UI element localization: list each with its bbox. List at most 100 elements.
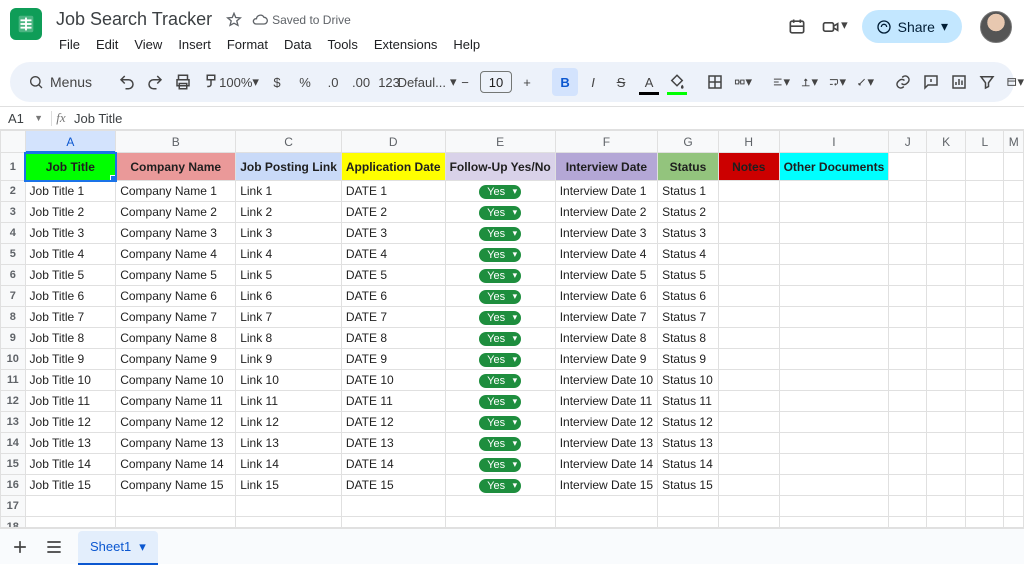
cell[interactable] bbox=[1004, 496, 1024, 517]
cell[interactable] bbox=[927, 391, 966, 412]
cell[interactable]: Link 13 bbox=[236, 433, 342, 454]
name-box[interactable]: A1▼ bbox=[0, 111, 52, 126]
cell[interactable]: Company Name 15 bbox=[116, 475, 236, 496]
header-cell[interactable]: Company Name bbox=[116, 153, 236, 181]
cell[interactable] bbox=[927, 202, 966, 223]
header-cell[interactable]: Job Title bbox=[25, 153, 116, 181]
cell[interactable] bbox=[718, 433, 779, 454]
cell[interactable] bbox=[1004, 223, 1024, 244]
history-icon[interactable] bbox=[787, 17, 807, 37]
cell[interactable]: Status 6 bbox=[658, 286, 719, 307]
cell[interactable] bbox=[927, 412, 966, 433]
followup-chip[interactable]: Yes bbox=[479, 332, 521, 346]
cell[interactable] bbox=[779, 202, 889, 223]
col-header-F[interactable]: F bbox=[555, 131, 657, 153]
row-header-10[interactable]: 10 bbox=[1, 349, 26, 370]
cell[interactable] bbox=[1004, 328, 1024, 349]
cell[interactable] bbox=[966, 370, 1004, 391]
cell[interactable] bbox=[1004, 349, 1024, 370]
cell[interactable] bbox=[779, 349, 889, 370]
cell[interactable]: DATE 3 bbox=[341, 223, 445, 244]
cell[interactable]: Link 15 bbox=[236, 475, 342, 496]
cell[interactable]: Yes bbox=[445, 307, 555, 328]
cell[interactable]: Yes bbox=[445, 181, 555, 202]
header-cell[interactable]: Application Date bbox=[341, 153, 445, 181]
cell[interactable]: Company Name 2 bbox=[116, 202, 236, 223]
cell[interactable]: Yes bbox=[445, 391, 555, 412]
followup-chip[interactable]: Yes bbox=[479, 395, 521, 409]
cell[interactable] bbox=[779, 391, 889, 412]
cell[interactable] bbox=[966, 433, 1004, 454]
cell[interactable] bbox=[718, 181, 779, 202]
cell[interactable]: Interview Date 5 bbox=[555, 265, 657, 286]
cell[interactable] bbox=[1004, 153, 1024, 181]
comment-button[interactable] bbox=[918, 68, 944, 96]
row-header-12[interactable]: 12 bbox=[1, 391, 26, 412]
account-avatar[interactable] bbox=[980, 11, 1012, 43]
cell[interactable]: Company Name 7 bbox=[116, 307, 236, 328]
cell[interactable]: Yes bbox=[445, 202, 555, 223]
menu-format[interactable]: Format bbox=[220, 33, 275, 56]
col-header-B[interactable]: B bbox=[116, 131, 236, 153]
cell[interactable]: Link 11 bbox=[236, 391, 342, 412]
halign-button[interactable]: ▾ bbox=[768, 68, 794, 96]
cell[interactable] bbox=[779, 454, 889, 475]
cell[interactable] bbox=[927, 370, 966, 391]
cell[interactable] bbox=[1004, 391, 1024, 412]
followup-chip[interactable]: Yes bbox=[479, 416, 521, 430]
cell[interactable] bbox=[889, 349, 927, 370]
print-icon[interactable] bbox=[170, 68, 196, 96]
share-button[interactable]: Share ▾ bbox=[862, 10, 962, 43]
header-cell[interactable]: Notes bbox=[718, 153, 779, 181]
row-header-6[interactable]: 6 bbox=[1, 265, 26, 286]
cell[interactable]: Job Title 12 bbox=[25, 412, 116, 433]
cell[interactable]: Company Name 13 bbox=[116, 433, 236, 454]
menu-file[interactable]: File bbox=[52, 33, 87, 56]
row-header-8[interactable]: 8 bbox=[1, 307, 26, 328]
cell[interactable]: Interview Date 15 bbox=[555, 475, 657, 496]
cell[interactable] bbox=[779, 223, 889, 244]
cell[interactable] bbox=[658, 517, 719, 529]
header-cell[interactable]: Follow-Up Yes/No bbox=[445, 153, 555, 181]
cell[interactable]: Interview Date 6 bbox=[555, 286, 657, 307]
cell[interactable] bbox=[1004, 412, 1024, 433]
cell[interactable]: Link 2 bbox=[236, 202, 342, 223]
cell[interactable] bbox=[718, 349, 779, 370]
cell[interactable] bbox=[1004, 454, 1024, 475]
cell[interactable] bbox=[927, 496, 966, 517]
cell[interactable] bbox=[1004, 433, 1024, 454]
cell[interactable] bbox=[718, 307, 779, 328]
doc-title[interactable]: Job Search Tracker bbox=[52, 8, 216, 31]
col-header-D[interactable]: D bbox=[341, 131, 445, 153]
cell[interactable] bbox=[1004, 517, 1024, 529]
col-header-M[interactable]: M bbox=[1004, 131, 1024, 153]
cell[interactable] bbox=[966, 412, 1004, 433]
cell[interactable]: Yes bbox=[445, 433, 555, 454]
cell[interactable] bbox=[779, 412, 889, 433]
cell[interactable]: DATE 8 bbox=[341, 328, 445, 349]
percent-icon[interactable]: % bbox=[292, 68, 318, 96]
cell[interactable]: Interview Date 10 bbox=[555, 370, 657, 391]
cell[interactable] bbox=[966, 328, 1004, 349]
cell[interactable] bbox=[779, 244, 889, 265]
row-header-3[interactable]: 3 bbox=[1, 202, 26, 223]
row-header-1[interactable]: 1 bbox=[1, 153, 26, 181]
redo-icon[interactable] bbox=[142, 68, 168, 96]
cell[interactable] bbox=[779, 181, 889, 202]
cell[interactable] bbox=[966, 454, 1004, 475]
menu-insert[interactable]: Insert bbox=[171, 33, 218, 56]
cell[interactable] bbox=[889, 328, 927, 349]
cell[interactable] bbox=[966, 265, 1004, 286]
cell[interactable]: Link 4 bbox=[236, 244, 342, 265]
row-header-13[interactable]: 13 bbox=[1, 412, 26, 433]
cell[interactable]: Job Title 8 bbox=[25, 328, 116, 349]
cell[interactable] bbox=[555, 517, 657, 529]
cell[interactable] bbox=[889, 391, 927, 412]
cell[interactable] bbox=[966, 153, 1004, 181]
font-select[interactable]: Defaul... ▾ bbox=[414, 68, 440, 96]
header-cell[interactable]: Status bbox=[658, 153, 719, 181]
cell[interactable]: Interview Date 1 bbox=[555, 181, 657, 202]
borders-button[interactable] bbox=[702, 68, 728, 96]
cell[interactable]: Status 9 bbox=[658, 349, 719, 370]
cell[interactable]: Status 15 bbox=[658, 475, 719, 496]
